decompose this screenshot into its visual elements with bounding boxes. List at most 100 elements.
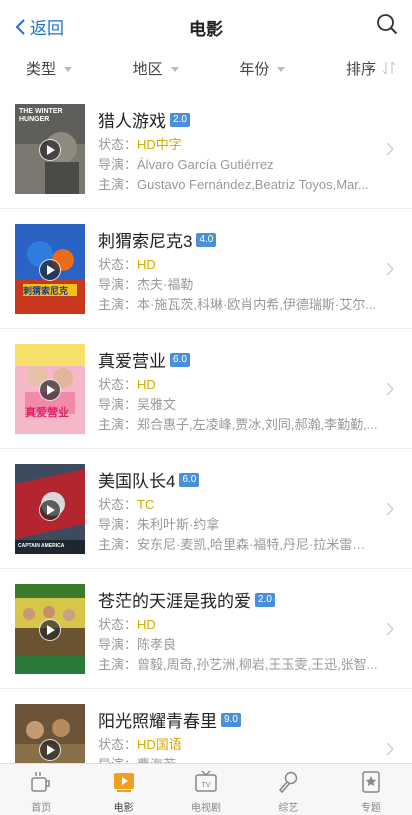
director-label: 导演： bbox=[98, 517, 138, 532]
movie-list-item[interactable]: 刺猬索尼克 刺猬索尼克3 4.0 状态：HD 导演：杰夫·福勒 主演：本·施瓦茨… bbox=[0, 209, 412, 329]
movie-info: 真爱营业 6.0 状态：HD 导演：吴雅文 主演：郑合惠子,左凌峰,贾冰,刘同,… bbox=[98, 347, 378, 432]
score-badge: 4.0 bbox=[196, 232, 217, 247]
movie-title-row: 猎人游戏 2.0 bbox=[98, 107, 378, 132]
cast-row: 主演：本·施瓦茨,科琳·欧肖内希,伊德瑞斯·艾尔... bbox=[98, 297, 378, 312]
cast-value: 曾毅,周奇,孙艺洲,柳岩,王玉雯,王迅,张智... bbox=[137, 657, 378, 672]
cast-value: 本·施瓦茨,科琳·欧肖内希,伊德瑞斯·艾尔... bbox=[137, 297, 377, 312]
chevron-right-icon bbox=[386, 142, 394, 156]
poster-title-text: CAPTAIN AMERICA bbox=[18, 543, 65, 549]
caret-down-icon bbox=[170, 66, 179, 72]
sort-icon bbox=[382, 61, 396, 75]
caret-down-icon bbox=[277, 66, 286, 72]
poster-title-text: 刺猬索尼克 bbox=[23, 286, 69, 296]
filter-type-label: 类型 bbox=[26, 60, 57, 78]
status-label: 状态： bbox=[98, 737, 138, 752]
status-row: 状态：HD中字 bbox=[98, 137, 378, 152]
cast-label: 主演： bbox=[98, 537, 138, 552]
chevron-right-icon bbox=[386, 262, 394, 276]
movie-title: 猎人游戏 bbox=[98, 112, 166, 131]
cast-row: 主演：郑合惠子,左凌峰,贾冰,刘同,郝瀚,李勤勤,... bbox=[98, 417, 378, 432]
poster-title-text: 真爱营业 bbox=[25, 407, 69, 419]
movie-title-row: 美国队长4 6.0 bbox=[98, 467, 378, 492]
filter-sort-label: 排序 bbox=[345, 60, 376, 78]
status-row: 状态：HD bbox=[98, 377, 378, 392]
search-icon[interactable] bbox=[376, 13, 398, 35]
director-row: 导演：吴雅文 bbox=[98, 397, 378, 412]
movie-list: THE WINTER HUNGER 猎人游戏 2.0 状态：HD中字 导演：Ál… bbox=[0, 89, 412, 809]
filter-year[interactable]: 年份 bbox=[239, 58, 286, 79]
chevron-right-icon bbox=[386, 502, 394, 516]
tab-variety[interactable]: 综艺 bbox=[247, 764, 329, 815]
movie-list-item[interactable]: 真爱营业 真爱营业 6.0 状态：HD 导演：吴雅文 主演：郑合惠子,左凌峰,贾… bbox=[0, 329, 412, 449]
movie-title-row: 阳光照耀青春里 9.0 bbox=[98, 707, 378, 732]
tab-home[interactable]: 首页 bbox=[0, 764, 82, 815]
status-row: 状态：HD bbox=[98, 617, 378, 632]
play-icon bbox=[39, 739, 61, 761]
status-value: HD bbox=[137, 377, 156, 392]
cast-value: 郑合惠子,左凌峰,贾冰,刘同,郝瀚,李勤勤,... bbox=[137, 417, 378, 432]
status-value: HD国语 bbox=[137, 737, 182, 752]
status-label: 状态： bbox=[98, 497, 138, 512]
cup-icon bbox=[31, 772, 50, 792]
movie-poster: 刺猬索尼克 bbox=[15, 224, 85, 314]
play-icon bbox=[39, 139, 61, 161]
movie-poster: THE WINTER HUNGER bbox=[15, 104, 85, 194]
movie-list-item[interactable]: 苍茫的天涯是我的爱 2.0 状态：HD 导演：陈孝良 主演：曾毅,周奇,孙艺洲,… bbox=[0, 569, 412, 689]
cast-value: 安东尼·麦凯,哈里森·福特,丹尼·拉米雷斯,... bbox=[137, 537, 378, 552]
cast-label: 主演： bbox=[98, 657, 138, 672]
score-badge: 2.0 bbox=[255, 592, 275, 607]
play-icon bbox=[113, 773, 134, 792]
director-row: 导演：陈孝良 bbox=[98, 637, 378, 652]
status-value: HD bbox=[137, 617, 156, 632]
movie-title-row: 刺猬索尼克3 4.0 bbox=[98, 227, 378, 252]
tab-tv[interactable]: TV 电视剧 bbox=[165, 764, 247, 815]
movie-info: 猎人游戏 2.0 状态：HD中字 导演：Álvaro García Gutiér… bbox=[98, 107, 378, 192]
tab-movie[interactable]: 电影 bbox=[82, 764, 164, 815]
status-row: 状态：TC bbox=[98, 497, 378, 512]
director-value: Álvaro García Gutiérrez bbox=[137, 157, 274, 172]
director-row: 导演：Álvaro García Gutiérrez bbox=[98, 157, 378, 172]
tab-home-label: 首页 bbox=[31, 803, 52, 814]
status-label: 状态： bbox=[98, 377, 138, 392]
status-row: 状态：HD国语 bbox=[98, 737, 378, 752]
score-badge: 6.0 bbox=[179, 472, 200, 487]
cast-value: Gustavo Fernández,Beatriz Toyos,Mar... bbox=[137, 177, 369, 192]
play-icon bbox=[39, 619, 61, 641]
score-badge: 9.0 bbox=[221, 712, 241, 727]
status-label: 状态： bbox=[98, 137, 138, 152]
filter-region[interactable]: 地区 bbox=[133, 58, 179, 79]
movie-title-row: 真爱营业 6.0 bbox=[98, 347, 378, 372]
poster-title-text: THE WINTER HUNGER bbox=[19, 108, 63, 123]
movie-poster bbox=[15, 584, 85, 674]
movie-title: 苍茫的天涯是我的爱 bbox=[98, 592, 251, 611]
movie-info: 刺猬索尼克3 4.0 状态：HD 导演：杰夫·福勒 主演：本·施瓦茨,科琳·欧肖… bbox=[98, 227, 378, 312]
movie-info: 美国队长4 6.0 状态：TC 导演：朱利叶斯·约拿 主演：安东尼·麦凯,哈里森… bbox=[98, 467, 378, 552]
svg-text:TV: TV bbox=[200, 781, 210, 789]
tv-icon: TV bbox=[195, 770, 217, 792]
filter-type[interactable]: 类型 bbox=[26, 58, 73, 79]
movie-title: 真爱营业 bbox=[98, 352, 166, 371]
director-row: 导演：杰夫·福勒 bbox=[98, 277, 378, 292]
tab-topics-label: 专题 bbox=[360, 803, 381, 814]
director-label: 导演： bbox=[98, 277, 138, 292]
tab-movie-label: 电影 bbox=[113, 803, 134, 814]
play-icon bbox=[39, 499, 61, 521]
status-label: 状态： bbox=[98, 617, 138, 632]
cast-label: 主演： bbox=[98, 297, 138, 312]
cast-row: 主演：Gustavo Fernández,Beatriz Toyos,Mar..… bbox=[98, 177, 378, 192]
status-value: HD bbox=[137, 257, 156, 272]
movie-list-item[interactable]: THE WINTER HUNGER 猎人游戏 2.0 状态：HD中字 导演：Ál… bbox=[0, 89, 412, 209]
movie-list-item[interactable]: CAPTAIN AMERICA 美国队长4 6.0 状态：TC 导演：朱利叶斯·… bbox=[0, 449, 412, 569]
tab-variety-label: 综艺 bbox=[278, 803, 299, 814]
play-icon bbox=[39, 259, 61, 281]
filter-sort[interactable]: 排序 bbox=[346, 58, 396, 79]
status-row: 状态：HD bbox=[98, 257, 378, 272]
filter-region-label: 地区 bbox=[132, 60, 163, 78]
movie-poster: 真爱营业 bbox=[15, 344, 85, 434]
movie-poster: CAPTAIN AMERICA bbox=[15, 464, 85, 554]
director-label: 导演： bbox=[98, 157, 138, 172]
director-value: 杰夫·福勒 bbox=[137, 277, 194, 292]
top-navigation-bar: 返回 电影 bbox=[0, 0, 412, 50]
tab-topics[interactable]: 专题 bbox=[330, 764, 412, 815]
page-title: 电影 bbox=[189, 20, 223, 39]
